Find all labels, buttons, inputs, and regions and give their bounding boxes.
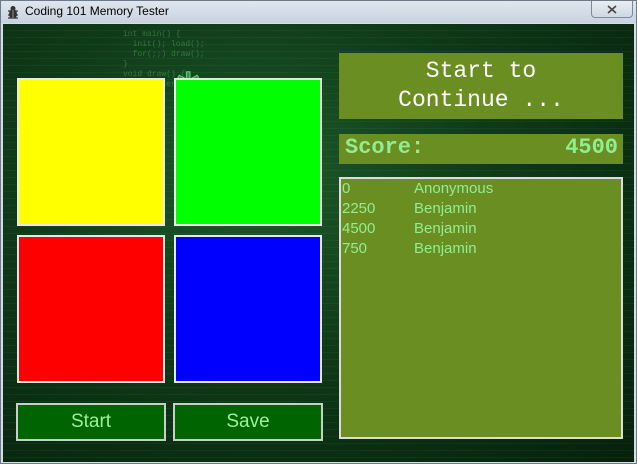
status-message-line-1: Start to xyxy=(425,58,537,84)
leaderboard-name: Benjamin xyxy=(414,220,477,237)
close-button[interactable] xyxy=(591,1,633,18)
close-icon xyxy=(607,4,617,14)
status-message-line-2: Continue ... xyxy=(398,87,564,113)
yellow-pad[interactable] xyxy=(17,78,165,226)
green-pad[interactable] xyxy=(174,78,322,226)
leaderboard-score: 0 xyxy=(342,180,351,197)
blue-pad[interactable] xyxy=(174,235,322,383)
bug-icon xyxy=(8,6,18,19)
leaderboard-name: Benjamin xyxy=(414,240,477,257)
red-pad[interactable] xyxy=(17,235,165,383)
window-title: Coding 101 Memory Tester xyxy=(25,4,169,18)
leaderboard-row[interactable]: 0 Anonymous xyxy=(342,180,612,200)
start-button[interactable]: Start xyxy=(16,403,166,441)
score-label: Score: xyxy=(345,135,425,160)
leaderboard-row[interactable]: 2250 Benjamin xyxy=(342,200,612,220)
save-button[interactable]: Save xyxy=(173,403,323,441)
app-window: Coding 101 Memory Tester int main() { in… xyxy=(0,0,637,464)
leaderboard-score: 4500 xyxy=(342,220,376,237)
leaderboard-list[interactable]: 0 Anonymous 2250 Benjamin 4500 Benjamin … xyxy=(339,177,623,439)
score-value: 4500 xyxy=(565,135,618,160)
status-message: Start to Continue ... xyxy=(339,53,623,119)
leaderboard-score: 750 xyxy=(342,240,368,257)
game-area: int main() { init(); load(); for(;;) dra… xyxy=(3,24,634,462)
score-panel: Score: 4500 xyxy=(339,134,623,164)
title-bar[interactable]: Coding 101 Memory Tester xyxy=(1,1,636,23)
leaderboard-row[interactable]: 750 Benjamin xyxy=(342,240,612,260)
leaderboard-score: 2250 xyxy=(342,200,376,217)
leaderboard-row[interactable]: 4500 Benjamin xyxy=(342,220,612,240)
leaderboard-name: Benjamin xyxy=(414,200,477,217)
leaderboard-name: Anonymous xyxy=(414,180,494,197)
